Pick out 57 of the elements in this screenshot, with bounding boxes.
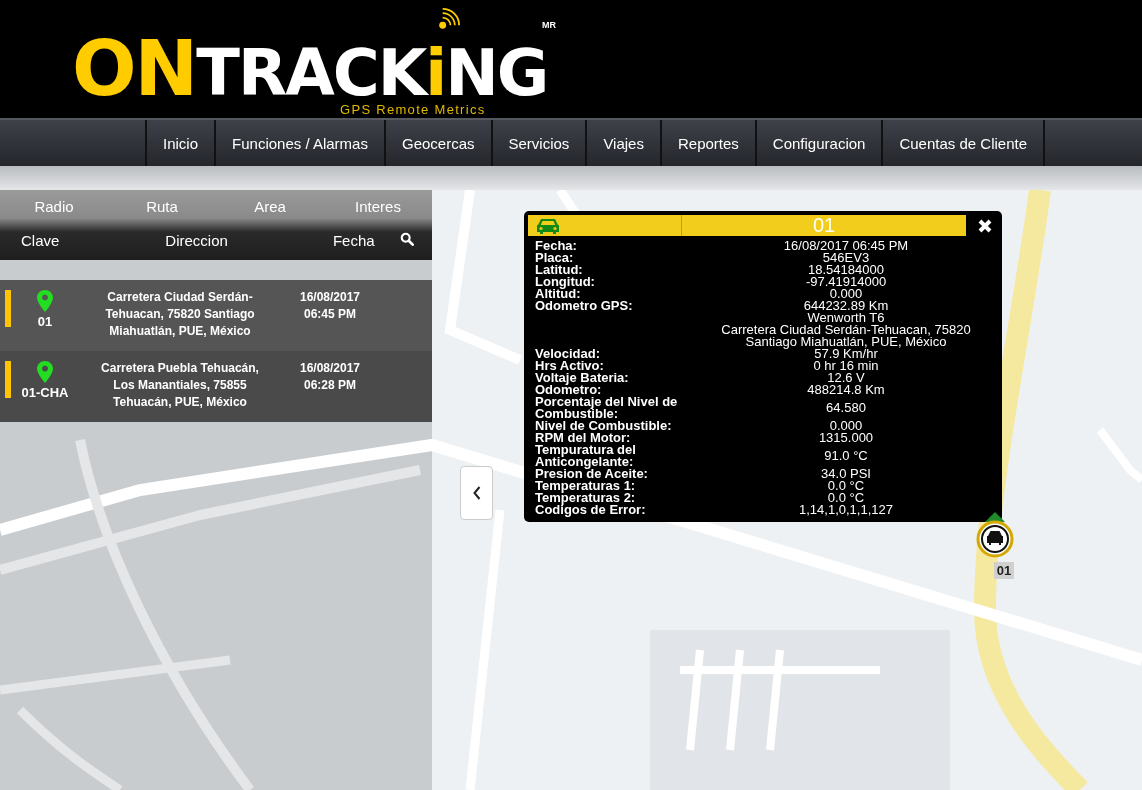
field-value: -97.41914000 — [804, 276, 888, 288]
field-value: 488214.8 Km — [806, 384, 886, 396]
field-value: 18.54184000 — [807, 264, 885, 276]
field-label: Odometro GPS: — [535, 298, 633, 313]
field-value: 64.580 — [825, 402, 867, 414]
field-label: Voltaje Bateria: — [535, 370, 629, 385]
field-value: 1,14,1,0,1,1,127 — [798, 504, 894, 516]
field-label: Latitud: — [535, 262, 583, 277]
vehicle-id: 01 — [37, 314, 53, 329]
status-bar — [5, 290, 11, 327]
chevron-left-icon — [471, 485, 482, 501]
field-label: Velocidad: — [535, 346, 601, 361]
field-label: Fecha: — [535, 238, 577, 253]
popup-title: 01 — [811, 215, 837, 236]
close-icon — [977, 217, 993, 234]
column-header[interactable]: Fecha — [332, 231, 375, 249]
field-label: Tempuratura del Anticongelante: — [535, 442, 636, 469]
vehicle-address: Carretera Ciudad Serdán-Tehuacan, 75820 Santiago Miahuatlán, PUE, México — [104, 289, 256, 340]
vehicle-row[interactable]: 01-CHA Carretera Puebla Tehuacán, Los Manantiales, 75855 Tehuacán, PUE, México 16/08/2017 06:28 PM — [0, 351, 432, 422]
location-pin-icon — [37, 361, 53, 383]
marker-label: 01 — [993, 562, 1015, 579]
field-value: 644232.89 Km — [802, 300, 890, 312]
field-label: Hrs Activo: — [535, 358, 604, 373]
field-value: 0.0 °C — [826, 480, 866, 492]
field-value: 546EV3 — [821, 252, 871, 264]
field-value: 91.0 °C — [823, 450, 869, 462]
column-header[interactable]: Direccion — [165, 231, 228, 249]
vehicle-id: 01-CHA — [21, 385, 69, 400]
location-pin-icon — [37, 290, 53, 312]
field-value: 0.000 — [828, 420, 864, 432]
field-value: 0.000 — [828, 288, 864, 300]
search-icon[interactable] — [400, 232, 414, 246]
field-value: 0 hr 16 min — [812, 360, 880, 372]
field-value: 1315.000 — [817, 432, 875, 444]
field-label: Nivel de Combustible: — [535, 418, 672, 433]
field-label: RPM del Motor: — [535, 430, 631, 445]
status-bar — [5, 361, 11, 398]
vehicle-row[interactable]: 01 Carretera Ciudad Serdán-Tehuacan, 75820 Santiago Miahuatlán, PUE, México 16/08/2017 06:45 PM — [0, 280, 432, 351]
field-value: Wenworth T6 — [806, 312, 886, 324]
vehicle-time: 06:45 PM — [304, 306, 356, 323]
field-label: Placa: — [535, 250, 574, 265]
field-value: Carretera Ciudad Serdán-Tehuacan, 75820 Santiago Miahuatlán, PUE, México — [720, 324, 972, 348]
field-value: 16/08/2017 06:45 PM — [782, 240, 910, 252]
field-value: 34.0 PSI — [820, 468, 872, 480]
vehicle-date: 16/08/2017 — [299, 289, 361, 306]
car-marker-icon[interactable] — [975, 512, 1015, 560]
field-label: Porcentaje del Nivel de Combustible: — [535, 394, 678, 421]
field-value: 0.0 °C — [826, 492, 866, 504]
vehicle-address: Carretera Puebla Tehuacán, Los Manantiales, 75855 Tehuacán, PUE, México — [100, 360, 260, 411]
field-value: 12.6 V — [826, 372, 866, 384]
field-value: 57.9 Km/hr — [814, 348, 878, 360]
vehicle-time: 06:28 PM — [304, 377, 356, 394]
trademark-mark: MR — [542, 20, 556, 30]
field-label: Temperaturas 1: — [535, 478, 636, 493]
vehicle-date: 16/08/2017 — [299, 360, 361, 377]
column-header[interactable]: Clave — [21, 231, 60, 249]
field-label: Longitud: — [535, 274, 595, 289]
